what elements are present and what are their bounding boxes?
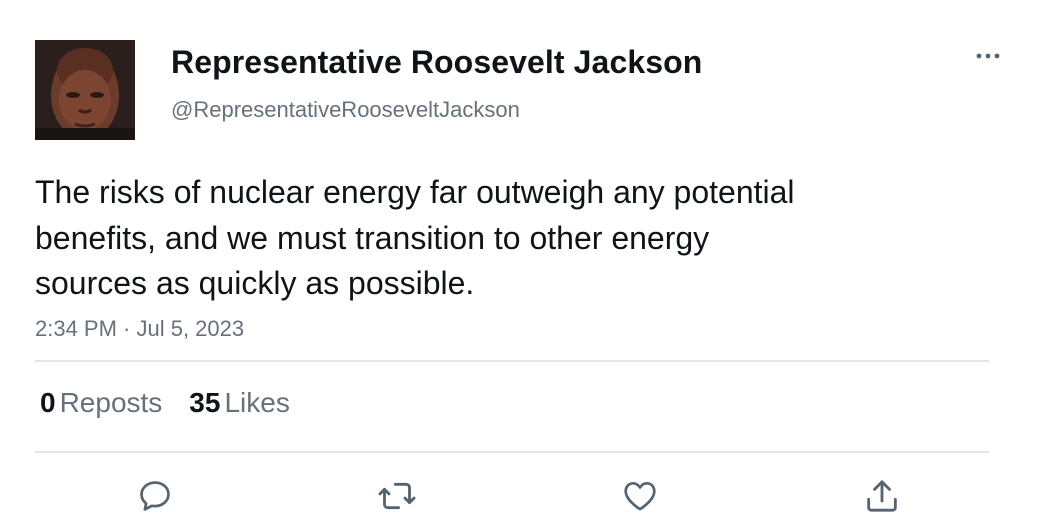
share-button[interactable] bbox=[862, 476, 902, 516]
tweet-text: The risks of nuclear energy far outweigh… bbox=[35, 170, 935, 307]
divider bbox=[35, 360, 989, 362]
like-button[interactable] bbox=[620, 476, 660, 516]
reposts-label: Reposts bbox=[59, 387, 163, 418]
tweet-text-line: sources as quickly as possible. bbox=[35, 265, 475, 301]
reposts-stat[interactable]: 0 Reposts bbox=[40, 387, 162, 419]
likes-count: 35 bbox=[189, 387, 221, 418]
likes-stat[interactable]: 35 Likes bbox=[189, 387, 290, 419]
more-dots-icon bbox=[976, 53, 1000, 59]
engagement-stats: 0 Reposts 35 Likes bbox=[40, 387, 290, 419]
repost-icon bbox=[378, 482, 416, 510]
avatar[interactable] bbox=[35, 40, 135, 140]
likes-label: Likes bbox=[224, 387, 290, 418]
tweet-card: Representative Roosevelt Jackson @Repres… bbox=[0, 0, 1050, 525]
repost-button[interactable] bbox=[377, 476, 417, 516]
author-display-name[interactable]: Representative Roosevelt Jackson bbox=[171, 44, 702, 81]
reposts-count: 0 bbox=[40, 387, 56, 418]
profile-photo-icon bbox=[35, 40, 135, 140]
more-options-button[interactable] bbox=[968, 42, 1008, 70]
share-icon bbox=[867, 480, 897, 512]
tweet-timestamp[interactable]: 2:34 PM · Jul 5, 2023 bbox=[35, 316, 244, 342]
author-handle[interactable]: @RepresentativeRooseveltJackson bbox=[171, 97, 520, 123]
like-icon bbox=[624, 481, 656, 511]
reply-button[interactable] bbox=[135, 476, 175, 516]
tweet-text-line: The risks of nuclear energy far outweigh… bbox=[35, 174, 795, 210]
tweet-text-line: benefits, and we must transition to othe… bbox=[35, 219, 710, 256]
divider bbox=[35, 451, 989, 453]
reply-icon bbox=[140, 481, 170, 511]
